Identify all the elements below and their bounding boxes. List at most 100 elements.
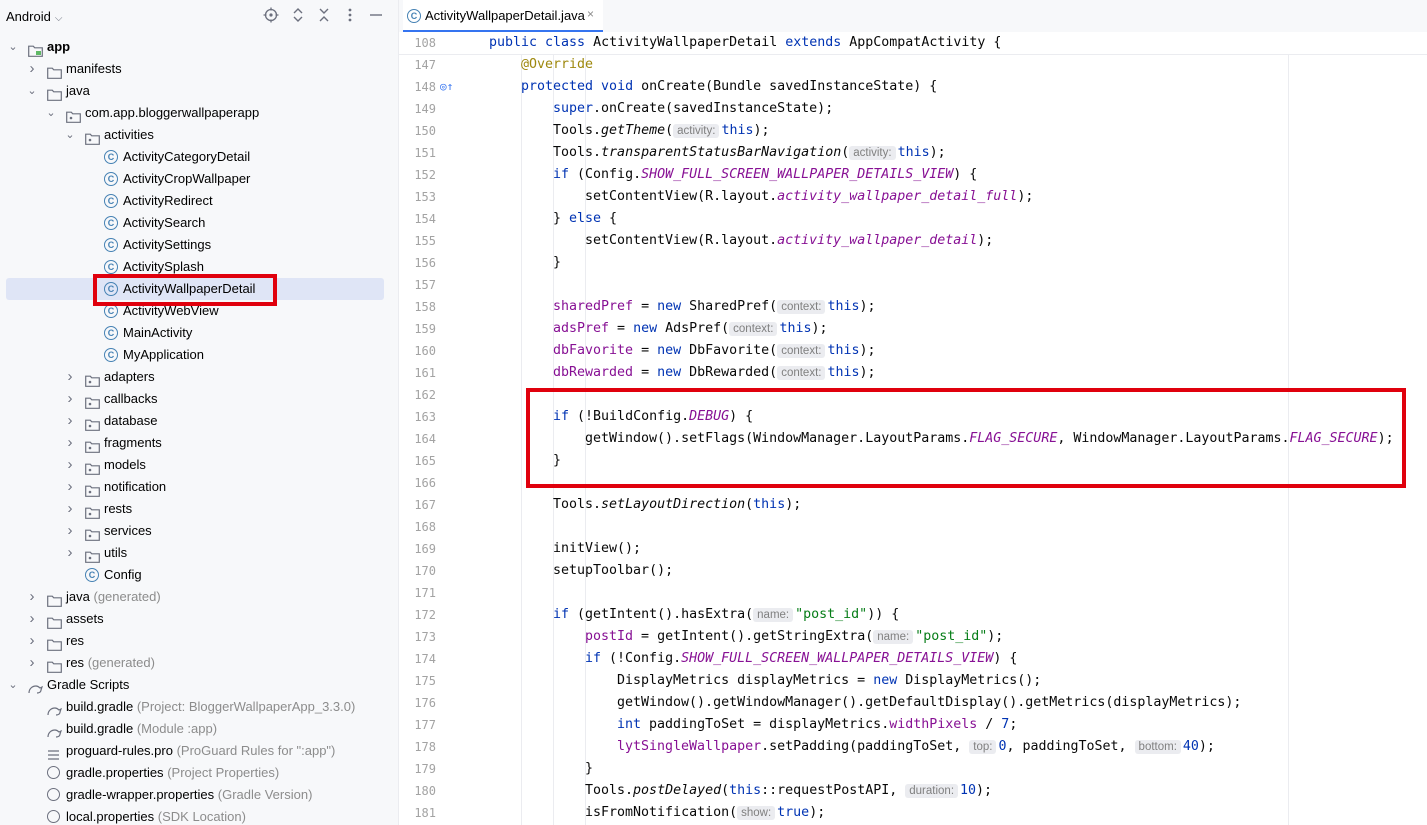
code-line[interactable]: 158 sharedPref = new SharedPref(context: t… (399, 296, 1427, 318)
code-line[interactable]: 151 Tools.transparentStatusBarNavigation(… (399, 142, 1427, 164)
tree-item[interactable]: local.properties (SDK Location) (0, 806, 398, 825)
code-line[interactable]: 155 setContentView(R.layout.activity_wall… (399, 230, 1427, 252)
tree-item[interactable]: C Config (0, 564, 398, 586)
tree-item[interactable]: › rests (0, 498, 398, 520)
code-token: onCreate(Bundle savedInstanceState) { (641, 79, 938, 94)
chevron-right-icon[interactable]: › (63, 498, 77, 520)
code-line[interactable]: 171 (399, 582, 1427, 604)
code-line[interactable]: 180 Tools.postDelayed(this::requestPostAP… (399, 780, 1427, 802)
code-line[interactable]: 177 int paddingToSet = displayMetrics.wid… (399, 714, 1427, 736)
code-line[interactable]: 168 (399, 516, 1427, 538)
code-text: Tools.getTheme(activity: this); (553, 120, 770, 142)
tree-item[interactable]: C ActivitySearch (0, 212, 398, 234)
code-line[interactable]: 154} else { (399, 208, 1427, 230)
tree-item[interactable]: › adapters (0, 366, 398, 388)
tree-item[interactable]: ⌄ activities (0, 124, 398, 146)
code-token: { (609, 211, 618, 226)
tree-item[interactable]: ⌄ Gradle Scripts (0, 674, 398, 696)
chevron-right-icon[interactable]: › (63, 476, 77, 498)
tree-item[interactable]: C ActivityCropWallpaper (0, 168, 398, 190)
chevron-right-icon[interactable]: › (25, 608, 39, 630)
code-token: getTheme (601, 123, 666, 138)
tree-item[interactable]: › fragments (0, 432, 398, 454)
tree-item[interactable]: C MainActivity (0, 322, 398, 344)
code-line[interactable]: 179} (399, 758, 1427, 780)
collapse-all-icon[interactable] (315, 7, 333, 25)
code-line[interactable]: 175 DisplayMetrics displayMetrics = new D… (399, 670, 1427, 692)
tree-item[interactable]: › callbacks (0, 388, 398, 410)
code-line[interactable]: 160 dbFavorite = new DbFavorite(context: t… (399, 340, 1427, 362)
chevron-right-icon[interactable]: › (63, 454, 77, 476)
tree-item[interactable]: › manifests (0, 58, 398, 80)
tree-item[interactable]: ⌄ java (0, 80, 398, 102)
tree-item[interactable]: gradle.properties (Project Properties) (0, 762, 398, 784)
chevron-right-icon[interactable]: › (63, 366, 77, 388)
tree-item[interactable]: › services (0, 520, 398, 542)
tree-item-label: build.gradle (66, 721, 134, 736)
tree-item[interactable]: › java (generated) (0, 586, 398, 608)
chevron-down-icon[interactable]: ⌄ (25, 80, 39, 102)
chevron-right-icon[interactable]: › (25, 586, 39, 608)
chevron-right-icon[interactable]: › (63, 388, 77, 410)
code-line[interactable]: 167 Tools.setLayoutDirection(this); (399, 494, 1427, 516)
code-area[interactable]: 108 public class ActivityWallpaperDetail … (399, 32, 1427, 825)
tree-item[interactable]: › database (0, 410, 398, 432)
chevron-down-icon[interactable]: ⌄ (6, 36, 20, 58)
tree-item[interactable]: › models (0, 454, 398, 476)
code-line[interactable]: 176 getWindow().getWindowManager().getDef… (399, 692, 1427, 714)
expand-all-icon[interactable] (289, 7, 307, 25)
tree-item[interactable]: › assets (0, 608, 398, 630)
line-number: 152 (414, 168, 436, 182)
code-line[interactable]: 147 @Override (399, 54, 1427, 76)
code-line[interactable]: 153 setContentView(R.layout.activity_wall… (399, 186, 1427, 208)
chevron-right-icon[interactable]: › (25, 58, 39, 80)
code-line[interactable]: 181 isFromNotification(show: true); (399, 802, 1427, 824)
chevron-right-icon[interactable]: › (63, 542, 77, 564)
code-line[interactable]: 157 (399, 274, 1427, 296)
chevron-down-icon[interactable]: ⌄ (44, 102, 58, 124)
code-line[interactable]: 173 postId = getIntent().getStringExtra(n… (399, 626, 1427, 648)
tree-item[interactable]: gradle-wrapper.properties (Gradle Versio… (0, 784, 398, 806)
tree-item[interactable]: › utils (0, 542, 398, 564)
chevron-right-icon[interactable]: › (63, 410, 77, 432)
code-line[interactable]: 148 ◎↑ protected void onCreate(Bundle save… (399, 76, 1427, 98)
tree-item[interactable]: ⌄ app (0, 36, 398, 58)
locate-icon[interactable] (262, 7, 280, 25)
tree-item[interactable]: proguard-rules.pro (ProGuard Rules for "… (0, 740, 398, 762)
code-line[interactable]: 170 setupToolbar(); (399, 560, 1427, 582)
chevron-right-icon[interactable]: › (25, 630, 39, 652)
chevron-down-icon[interactable]: ⌄ (63, 124, 77, 146)
code-line[interactable]: 178 lytSingleWallpaper.setPadding(padding… (399, 736, 1427, 758)
tree-item[interactable]: ⌄ com.app.bloggerwallpaperapp (0, 102, 398, 124)
class-icon: C (104, 150, 118, 164)
tree-item[interactable]: › res (0, 630, 398, 652)
chevron-right-icon[interactable]: › (25, 652, 39, 674)
project-view-selector[interactable]: Android ⌵ (6, 9, 62, 24)
override-gutter-icon[interactable]: ◎↑ (440, 76, 453, 98)
code-line[interactable]: 161 dbRewarded = new DbRewarded(context: t… (399, 362, 1427, 384)
code-line[interactable]: 169 initView(); (399, 538, 1427, 560)
sticky-scroll-line[interactable]: 108 public class ActivityWallpaperDetail … (399, 32, 1427, 55)
chevron-down-icon[interactable]: ⌄ (6, 674, 20, 696)
tree-item[interactable]: › notification (0, 476, 398, 498)
chevron-right-icon[interactable]: › (63, 520, 77, 542)
tree-item[interactable]: build.gradle (Project: BloggerWallpaperA… (0, 696, 398, 718)
chevron-right-icon[interactable]: › (63, 432, 77, 454)
code-line[interactable]: 152 if (Config.SHOW_FULL_SCREEN_WALLPAPER… (399, 164, 1427, 186)
code-line[interactable]: 172 if (getIntent().hasExtra(name: "post_i… (399, 604, 1427, 626)
hide-panel-icon[interactable] (367, 7, 385, 25)
tree-item[interactable]: C ActivityCategoryDetail (0, 146, 398, 168)
close-icon[interactable]: × (587, 7, 594, 21)
code-line[interactable]: 159 adsPref = new AdsPref(context: this); (399, 318, 1427, 340)
tree-item[interactable]: › res (generated) (0, 652, 398, 674)
tree-item[interactable]: C ActivityRedirect (0, 190, 398, 212)
code-line[interactable]: 156} (399, 252, 1427, 274)
options-icon[interactable] (341, 7, 359, 25)
tree-item[interactable]: build.gradle (Module :app) (0, 718, 398, 740)
tree-item[interactable]: C ActivitySettings (0, 234, 398, 256)
tab-activity-wallpaper-detail[interactable]: C ActivityWallpaperDetail.java × (403, 0, 603, 32)
code-line[interactable]: 149 super.onCreate(savedInstanceState); (399, 98, 1427, 120)
code-line[interactable]: 150 Tools.getTheme(activity: this); (399, 120, 1427, 142)
tree-item[interactable]: C MyApplication (0, 344, 398, 366)
code-line[interactable]: 174 if (!Config.SHOW_FULL_SCREEN_WALLPAPE… (399, 648, 1427, 670)
